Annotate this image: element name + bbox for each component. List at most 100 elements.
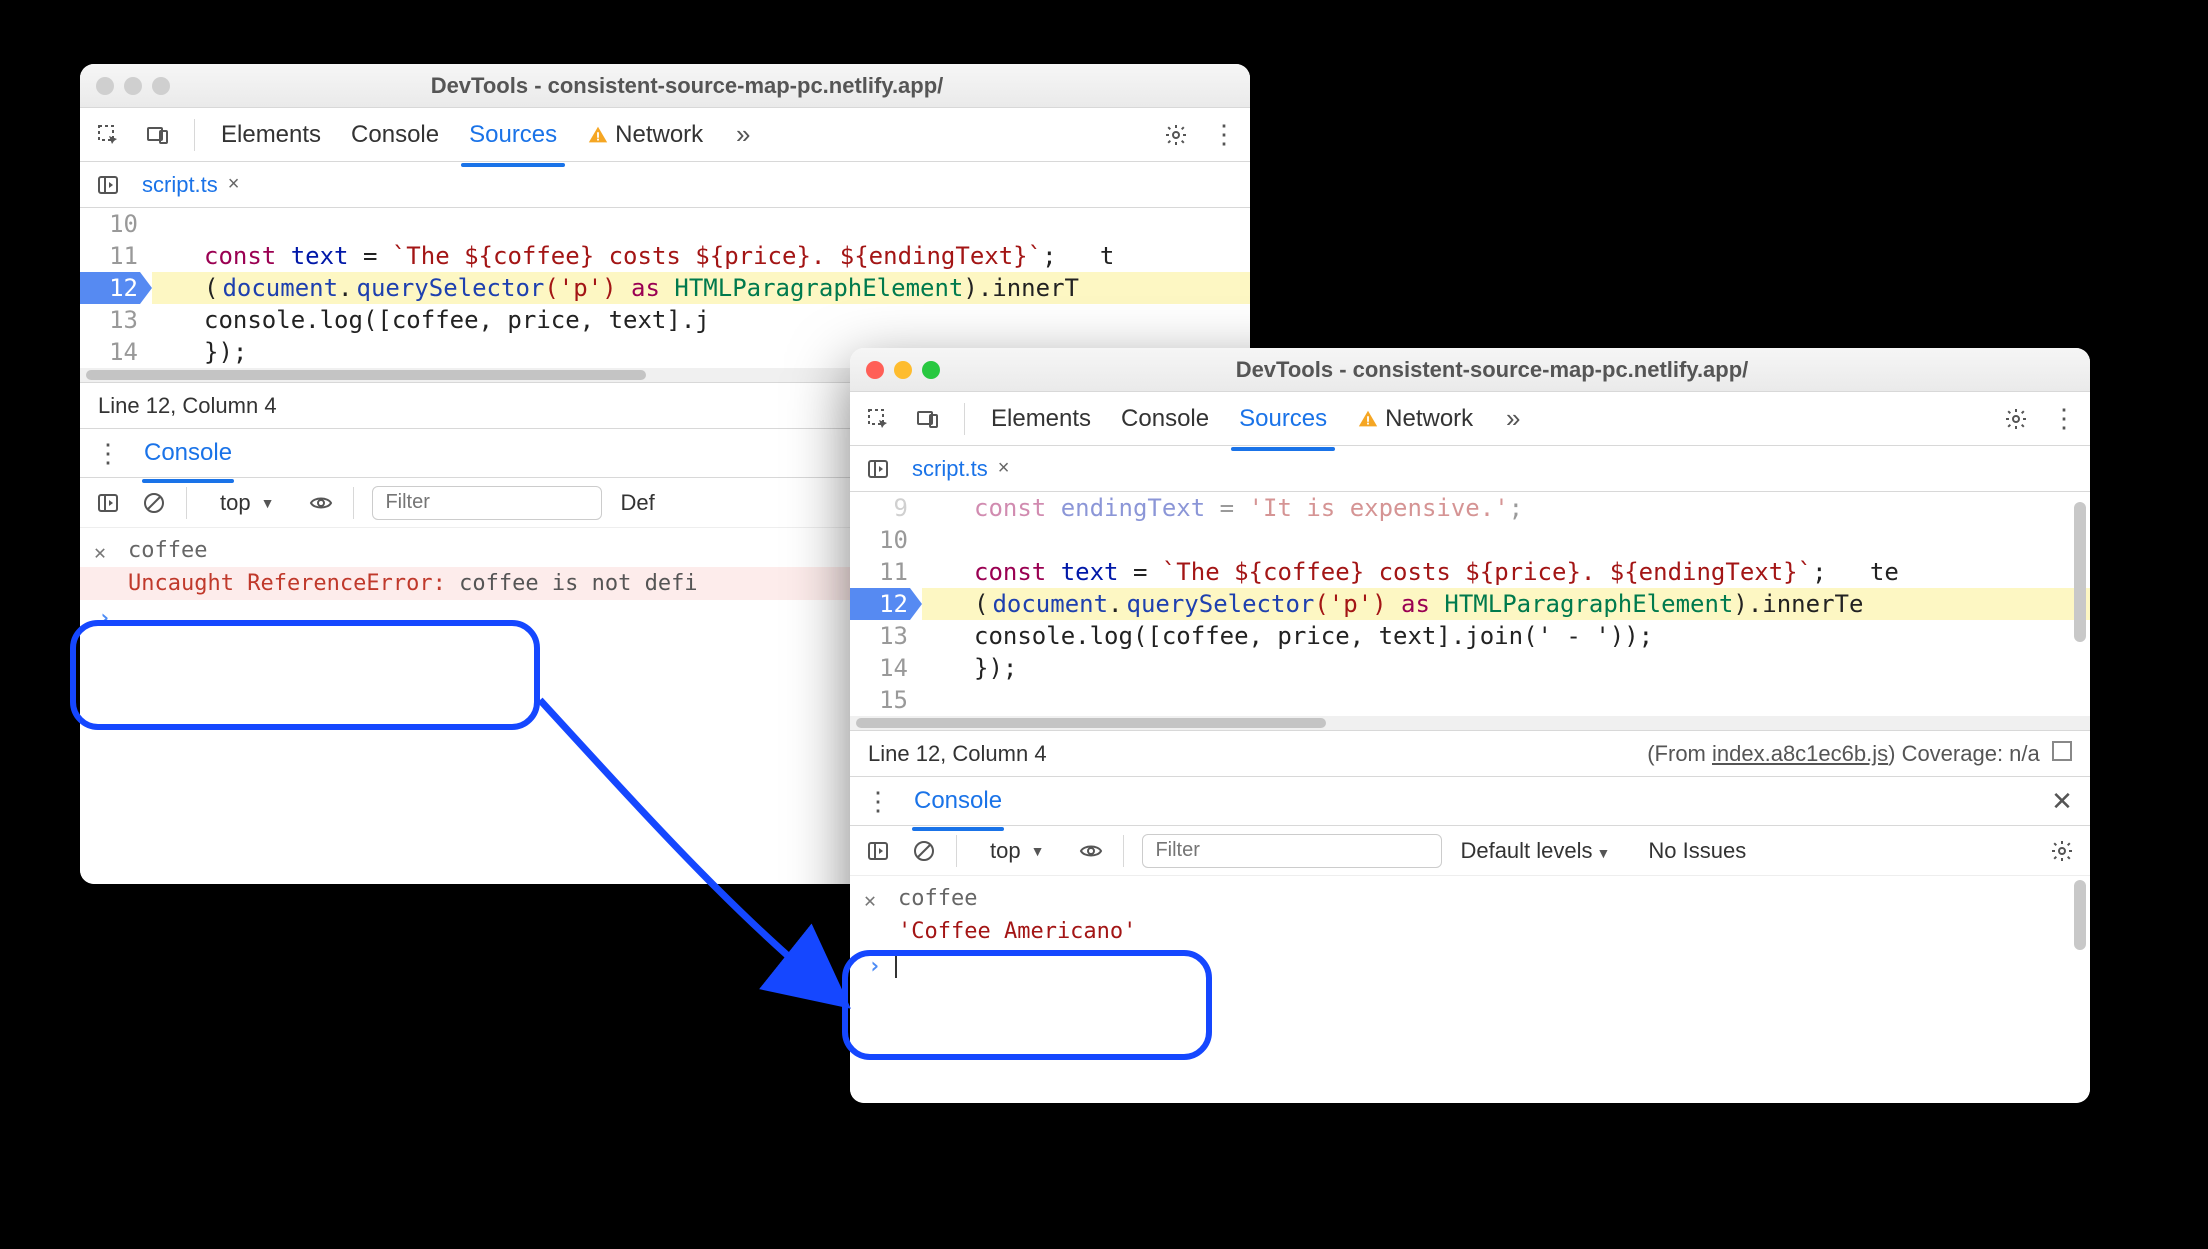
code-editor[interactable]: 9 const endingText = 'It is expensive.';… — [850, 492, 2090, 730]
context-selector[interactable]: top — [975, 833, 1059, 869]
code-line: const endingText = 'It is expensive.'; — [922, 492, 2090, 524]
file-tab-label: script.ts — [142, 172, 218, 198]
gutter: 13 — [850, 620, 922, 652]
panel-tabs: Elements Console Sources Network » ⋮ — [80, 108, 1250, 162]
code-line — [922, 524, 2090, 556]
tab-console[interactable]: Console — [1117, 399, 1213, 439]
window-title: DevTools - consistent-source-map-pc.netl… — [200, 73, 1174, 99]
live-expression-icon[interactable] — [1077, 837, 1105, 865]
code-line — [922, 684, 2090, 716]
inspect-icon[interactable] — [864, 405, 892, 433]
issues-link[interactable]: No Issues — [1648, 838, 1746, 864]
gutter: 10 — [80, 208, 152, 240]
traffic-lights — [866, 361, 940, 379]
code-line: const text = `The ${coffee} costs ${pric… — [922, 556, 2090, 588]
device-icon[interactable] — [914, 405, 942, 433]
coverage-toggle-icon[interactable] — [2052, 741, 2072, 761]
more-tabs-icon[interactable]: » — [729, 121, 757, 149]
drawer-tab-console[interactable]: Console — [144, 435, 232, 471]
titlebar[interactable]: DevTools - consistent-source-map-pc.netl… — [850, 348, 2090, 392]
close-file-icon[interactable]: × — [228, 173, 240, 196]
clear-console-icon[interactable] — [140, 489, 168, 517]
console-input-echo: ✕coffee — [850, 882, 2090, 915]
console-toolbar: top Default levels No Issues — [850, 826, 2090, 876]
console-sidebar-toggle-icon[interactable] — [864, 837, 892, 865]
horizontal-scrollbar[interactable] — [850, 716, 2090, 730]
tab-elements[interactable]: Elements — [217, 115, 325, 155]
warning-icon — [587, 124, 609, 146]
devtools-window-after: DevTools - consistent-source-map-pc.netl… — [850, 348, 2090, 1103]
tab-network[interactable]: Network — [583, 115, 707, 155]
console-filter-input[interactable] — [372, 486, 602, 520]
more-tabs-icon[interactable]: » — [1499, 405, 1527, 433]
traffic-max-icon[interactable] — [152, 77, 170, 95]
tab-network[interactable]: Network — [1353, 399, 1477, 439]
tab-network-label: Network — [615, 121, 703, 149]
divider — [956, 835, 957, 867]
traffic-min-icon[interactable] — [124, 77, 142, 95]
close-drawer-icon[interactable]: ✕ — [2048, 787, 2076, 815]
gutter: 11 — [850, 556, 922, 588]
gutter: 10 — [850, 524, 922, 556]
code-line: console.log([coffee, price, text].j — [152, 304, 1250, 336]
console-result: 'Coffee Americano' — [850, 915, 2090, 948]
panel-tabs: Elements Console Sources Network » ⋮ — [850, 392, 2090, 446]
vertical-scrollbar[interactable] — [2074, 876, 2086, 1103]
console-prompt[interactable]: › — [850, 948, 2090, 985]
divider — [353, 487, 354, 519]
code-line — [152, 208, 1250, 240]
close-icon[interactable]: ✕ — [94, 540, 106, 564]
window-title: DevTools - consistent-source-map-pc.netl… — [970, 357, 2014, 383]
drawer-kebab-icon[interactable]: ⋮ — [864, 787, 892, 815]
file-tab-script[interactable]: script.ts × — [912, 456, 1009, 482]
code-line: }); — [922, 652, 2090, 684]
divider — [186, 487, 187, 519]
divider — [1123, 835, 1124, 867]
console-body[interactable]: ✕coffee 'Coffee Americano' › — [850, 876, 2090, 1103]
file-tab-script[interactable]: script.ts × — [142, 172, 239, 198]
code-line: const text = `The ${coffee} costs ${pric… — [152, 240, 1250, 272]
gutter: 15 — [850, 684, 922, 716]
source-map-from[interactable]: (From index.a8c1ec6b.js) Coverage: n/a — [1647, 741, 2072, 767]
log-levels-selector[interactable]: Default levels — [1460, 838, 1610, 864]
traffic-close-icon[interactable] — [96, 77, 114, 95]
inspect-icon[interactable] — [94, 121, 122, 149]
titlebar[interactable]: DevTools - consistent-source-map-pc.netl… — [80, 64, 1250, 108]
drawer-tab-console[interactable]: Console — [914, 783, 1002, 819]
context-selector[interactable]: top — [205, 485, 289, 521]
live-expression-icon[interactable] — [307, 489, 335, 517]
device-icon[interactable] — [144, 121, 172, 149]
traffic-min-icon[interactable] — [894, 361, 912, 379]
close-icon[interactable]: ✕ — [864, 888, 876, 912]
gutter: 13 — [80, 304, 152, 336]
settings-icon[interactable] — [2002, 405, 2030, 433]
divider — [964, 403, 965, 435]
console-settings-icon[interactable] — [2048, 837, 2076, 865]
vertical-scrollbar[interactable] — [2074, 492, 2086, 730]
console-sidebar-toggle-icon[interactable] — [94, 489, 122, 517]
settings-icon[interactable] — [1162, 121, 1190, 149]
traffic-close-icon[interactable] — [866, 361, 884, 379]
tab-elements[interactable]: Elements — [987, 399, 1095, 439]
navigator-toggle-icon[interactable] — [864, 455, 892, 483]
kebab-icon[interactable]: ⋮ — [2050, 405, 2078, 433]
close-file-icon[interactable]: × — [998, 457, 1010, 480]
kebab-icon[interactable]: ⋮ — [1210, 121, 1238, 149]
file-tabs: script.ts × — [80, 162, 1250, 208]
code-line: console.log([coffee, price, text].join('… — [922, 620, 2090, 652]
file-tabs: script.ts × — [850, 446, 2090, 492]
navigator-toggle-icon[interactable] — [94, 171, 122, 199]
drawer-kebab-icon[interactable]: ⋮ — [94, 439, 122, 467]
tab-sources[interactable]: Sources — [1235, 399, 1331, 439]
clear-console-icon[interactable] — [910, 837, 938, 865]
cursor-position: Line 12, Column 4 — [868, 741, 1047, 767]
gutter-exec: 12 — [850, 588, 922, 620]
traffic-max-icon[interactable] — [922, 361, 940, 379]
tab-sources[interactable]: Sources — [465, 115, 561, 155]
log-levels-selector[interactable]: Def — [620, 490, 654, 516]
tab-console[interactable]: Console — [347, 115, 443, 155]
file-tab-label: script.ts — [912, 456, 988, 482]
console-filter-input[interactable] — [1142, 834, 1442, 868]
editor-statusbar: Line 12, Column 4 (From index.a8c1ec6b.j… — [850, 730, 2090, 776]
cursor-position: Line 12, Column 4 — [98, 393, 277, 419]
